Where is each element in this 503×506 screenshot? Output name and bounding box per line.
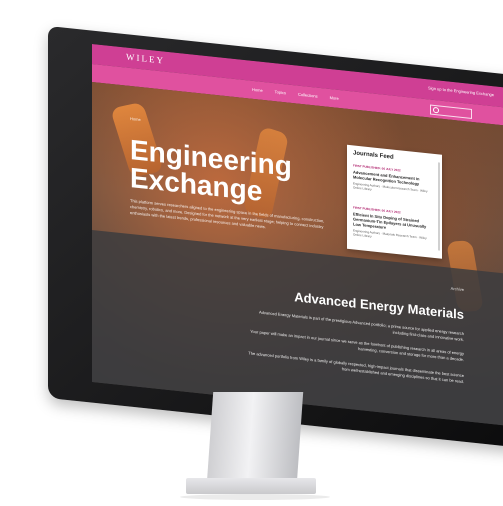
nav-item-collections[interactable]: Collections	[298, 92, 318, 99]
journal-item[interactable]: FIRST PUBLISHED: 06 JULY 2022 Advancemen…	[353, 163, 435, 198]
search-input[interactable]	[430, 104, 472, 119]
nav-item-topics[interactable]: Topics	[275, 89, 286, 95]
section-tag: Archive	[450, 285, 464, 293]
signin-link[interactable]: Sign up to the Engineering Exchange	[428, 85, 494, 97]
journals-feed-title: Journals Feed	[353, 150, 394, 161]
nav-item-more[interactable]: More	[330, 95, 339, 101]
nav-item-home[interactable]: Home	[252, 87, 263, 93]
nav-menu: Home Topics Collections More	[252, 87, 339, 101]
search-icon	[433, 106, 439, 114]
journals-feed-panel: Journals Feed FIRST PUBLISHED: 06 JULY 2…	[347, 144, 442, 259]
breadcrumb[interactable]: Home	[130, 116, 141, 122]
hero-description: This platform serves researchers aligned…	[130, 197, 325, 230]
feed-scrollbar[interactable]	[438, 162, 440, 251]
desktop-stage: WILEY Sign up to the Engineering Exchang…	[0, 0, 503, 506]
monitor-stand-base	[186, 478, 316, 494]
monitor-stand-neck	[206, 392, 304, 484]
journal-item[interactable]: FIRST PUBLISHED: 06 JULY 2022 Efficient …	[353, 205, 435, 245]
monitor-screen: WILEY Sign up to the Engineering Exchang…	[92, 44, 503, 427]
wiley-logo[interactable]: WILEY	[126, 52, 165, 66]
monitor: WILEY Sign up to the Engineering Exchang…	[48, 26, 503, 448]
stand-shadow	[180, 494, 330, 500]
